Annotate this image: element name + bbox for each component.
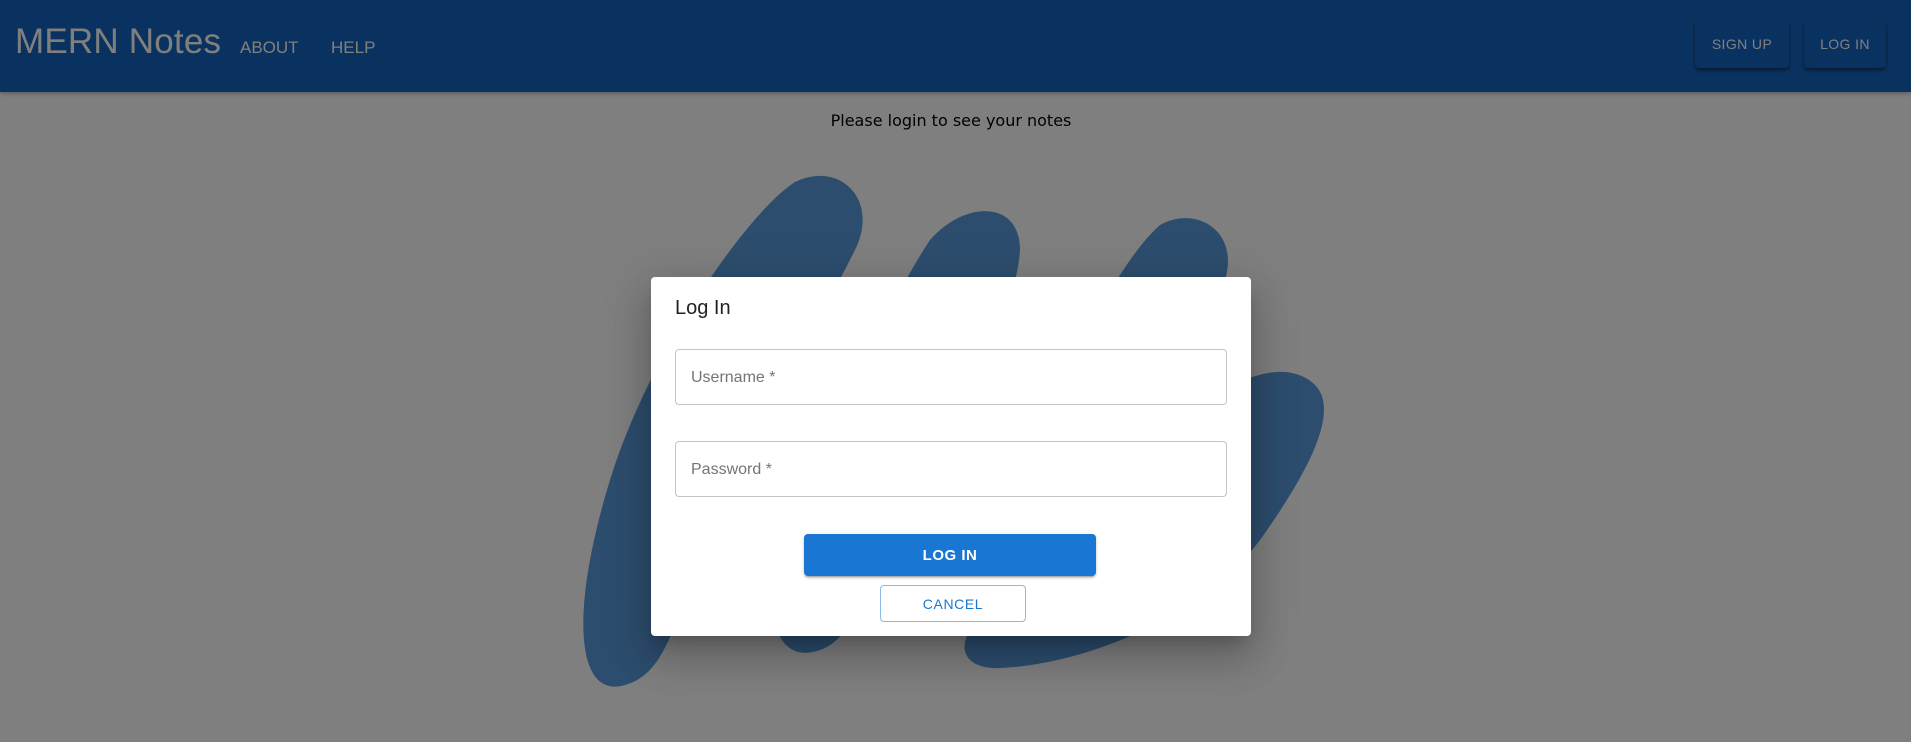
password-field[interactable] xyxy=(675,441,1227,498)
cancel-button[interactable]: CANCEL xyxy=(880,585,1026,622)
login-dialog: Log In LOG IN CANCEL xyxy=(651,277,1251,636)
login-submit-button[interactable]: LOG IN xyxy=(804,534,1096,576)
dialog-title: Log In xyxy=(675,297,731,319)
page: MERN Notes ABOUT HELP SIGN UP LOG IN Ple… xyxy=(0,0,1911,742)
username-input[interactable] xyxy=(689,350,1213,406)
username-field[interactable] xyxy=(675,349,1227,406)
password-input[interactable] xyxy=(689,442,1213,498)
